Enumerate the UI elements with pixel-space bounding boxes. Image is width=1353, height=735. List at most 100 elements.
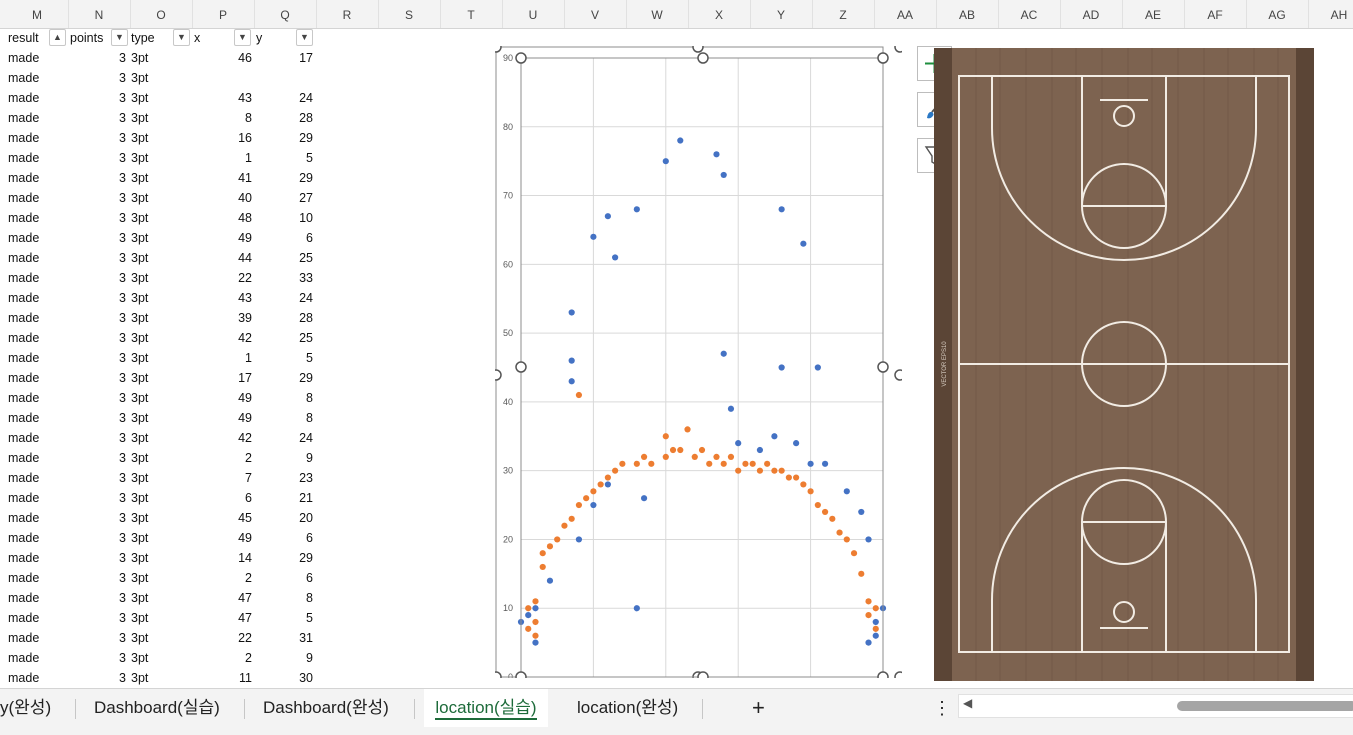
table-cell[interactable]: made [8,168,68,188]
table-cell[interactable]: 3pt [131,588,181,608]
table-cell[interactable]: 42 [190,428,252,448]
table-cell[interactable]: 3 [70,548,126,568]
filter-sort-icon[interactable]: ▲ [49,29,66,46]
horizontal-scrollbar[interactable]: ◀ [958,694,1353,718]
plot-area-handle[interactable] [515,361,527,373]
table-cell[interactable]: 3 [70,188,126,208]
table-cell[interactable]: 3pt [131,108,181,128]
table-cell[interactable]: 3pt [131,628,181,648]
column-header[interactable]: Z [812,0,875,28]
table-cell[interactable]: 3 [70,268,126,288]
column-header[interactable]: Q [254,0,317,28]
dropdown-icon[interactable]: ▼ [111,29,128,46]
table-cell[interactable]: 28 [256,108,313,128]
scroll-thumb[interactable] [1177,701,1353,711]
table-cell[interactable]: 3pt [131,488,181,508]
table-cell[interactable]: made [8,268,68,288]
table-cell[interactable]: made [8,648,68,668]
table-cell[interactable]: made [8,568,68,588]
column-header[interactable]: O [130,0,193,28]
table-cell[interactable]: made [8,188,68,208]
sheet-grid[interactable]: result ▲ points ▼ type ▼ x ▼ y ▼ made 3 3p… [0,28,470,688]
table-cell[interactable]: 48 [190,208,252,228]
table-cell[interactable]: 46 [190,48,252,68]
table-cell[interactable]: 3pt [131,568,181,588]
column-header[interactable]: M [6,0,69,28]
table-cell[interactable]: 3pt [131,188,181,208]
table-cell[interactable]: made [8,428,68,448]
table-cell[interactable]: made [8,548,68,568]
table-cell[interactable]: 11 [190,668,252,688]
table-cell[interactable]: 3 [70,428,126,448]
table-cell[interactable]: 3pt [131,528,181,548]
plot-area-handle[interactable] [877,671,889,678]
table-cell[interactable]: 3pt [131,608,181,628]
table-cell[interactable]: 3pt [131,88,181,108]
table-cell[interactable]: 2 [190,448,252,468]
table-cell[interactable]: made [8,108,68,128]
table-cell[interactable]: 3pt [131,508,181,528]
table-cell[interactable]: 3pt [131,68,181,88]
table-cell[interactable]: 29 [256,128,313,148]
table-cell[interactable]: 2 [190,648,252,668]
table-cell[interactable]: 8 [256,388,313,408]
table-cell[interactable]: 3 [70,628,126,648]
table-cell[interactable]: 3 [70,168,126,188]
table-cell[interactable]: 3pt [131,468,181,488]
table-cell[interactable]: made [8,668,68,688]
table-cell[interactable]: 7 [190,468,252,488]
table-cell[interactable]: made [8,208,68,228]
table-cell[interactable]: 6 [256,528,313,548]
table-cell[interactable]: 3pt [131,268,181,288]
plot-area-handle[interactable] [515,671,527,678]
table-cell[interactable]: 3 [70,208,126,228]
table-cell[interactable]: 43 [190,88,252,108]
table-cell[interactable]: 3 [70,528,126,548]
table-cell[interactable]: 28 [256,308,313,328]
table-cell[interactable]: 22 [190,268,252,288]
table-cell[interactable]: 3 [70,388,126,408]
table-cell[interactable]: made [8,248,68,268]
table-cell[interactable]: made [8,228,68,248]
dropdown-icon[interactable]: ▼ [296,29,313,46]
table-cell[interactable]: 3 [70,308,126,328]
table-cell[interactable]: 3pt [131,448,181,468]
table-cell[interactable]: 24 [256,428,313,448]
table-cell[interactable]: made [8,368,68,388]
table-cell[interactable]: 3 [70,608,126,628]
table-cell[interactable]: 29 [256,168,313,188]
table-cell[interactable]: 25 [256,328,313,348]
more-options-icon[interactable]: ⋮ [933,689,951,727]
table-cell[interactable]: 27 [256,188,313,208]
column-header[interactable]: AA [874,0,937,28]
filter-active-icon[interactable]: ▼ [173,29,190,46]
table-cell[interactable]: 29 [256,368,313,388]
table-cell[interactable]: 3pt [131,328,181,348]
column-header[interactable]: AD [1060,0,1123,28]
table-cell[interactable]: 3pt [131,428,181,448]
table-cell[interactable]: 3 [70,668,126,688]
table-cell[interactable]: 23 [256,468,313,488]
tab-dashboard-practice[interactable]: Dashboard(실습) [94,689,220,727]
table-cell[interactable]: 29 [256,548,313,568]
table-cell[interactable]: made [8,588,68,608]
table-cell[interactable]: 33 [256,268,313,288]
table-cell[interactable]: made [8,468,68,488]
column-header[interactable]: U [502,0,565,28]
table-cell[interactable]: 3 [70,588,126,608]
table-cell[interactable]: 3pt [131,388,181,408]
table-cell[interactable]: 5 [256,148,313,168]
table-cell[interactable]: 9 [256,648,313,668]
tab-location-practice[interactable]: location(실습) [424,689,548,727]
table-cell[interactable]: made [8,328,68,348]
table-cell[interactable]: made [8,148,68,168]
table-cell[interactable]: made [8,288,68,308]
dropdown-icon[interactable]: ▼ [234,29,251,46]
table-cell[interactable]: made [8,508,68,528]
table-cell[interactable]: 24 [256,88,313,108]
table-cell[interactable]: 43 [190,288,252,308]
column-header[interactable]: AE [1122,0,1185,28]
table-cell[interactable]: 25 [256,248,313,268]
resize-handle[interactable] [894,671,902,678]
table-cell[interactable]: 42 [190,328,252,348]
